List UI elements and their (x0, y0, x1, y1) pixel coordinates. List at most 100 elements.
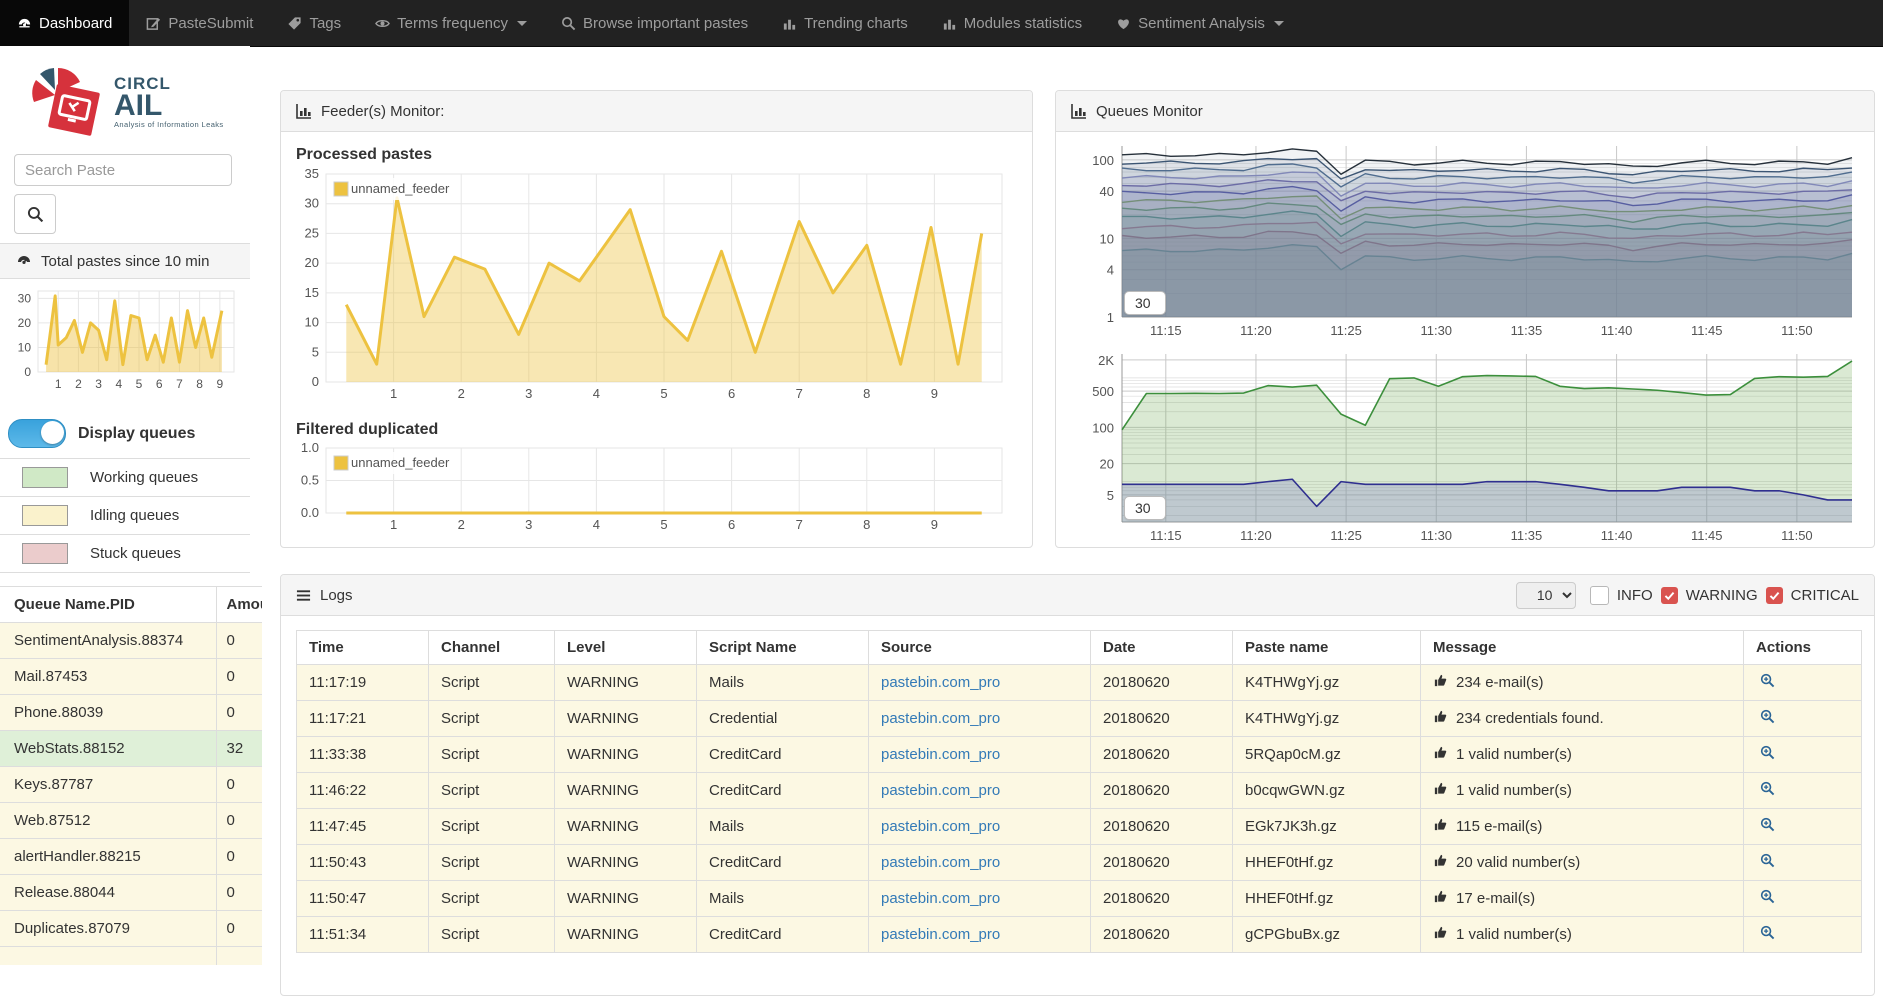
queues_top-svg: 14104010011:1511:2011:2511:3011:3511:401… (1068, 140, 1860, 345)
queues_bottom-svg: 5201005002K11:1511:2011:2511:3011:3511:4… (1068, 350, 1860, 550)
svg-text:6: 6 (728, 386, 735, 401)
logs-panel-title: Logs (320, 587, 353, 604)
critical-checkbox[interactable] (1766, 587, 1783, 604)
list-icon (296, 588, 311, 603)
svg-text:30: 30 (305, 196, 319, 211)
queue-row: Release.880440 (0, 875, 262, 911)
queue-amount: 0 (216, 911, 262, 947)
log-date: 20180620 (1091, 809, 1233, 845)
view-paste-button[interactable] (1760, 747, 1775, 764)
legend-row-stuck-queues: Stuck queues (0, 534, 250, 573)
source-link[interactable]: pastebin.com_pro (881, 710, 1000, 727)
log-channel: Script (429, 845, 555, 881)
zoom-in-icon (1760, 817, 1775, 832)
log-row: 11:17:21ScriptWARNINGCredentialpastebin.… (297, 701, 1862, 737)
queue-name: Phone.88039 (0, 695, 216, 731)
logs-header-message: Message (1421, 631, 1744, 665)
search-input[interactable] (14, 154, 232, 186)
view-paste-button[interactable] (1760, 927, 1775, 944)
search-button[interactable] (14, 194, 56, 234)
nav-item-sentiment-analysis[interactable]: Sentiment Analysis (1099, 0, 1301, 46)
thumbs-up-icon (1433, 817, 1448, 832)
logs-header-script-name: Script Name (697, 631, 869, 665)
warning-checkbox[interactable] (1661, 587, 1678, 604)
svg-text:2: 2 (458, 517, 465, 532)
log-page-size-select[interactable]: 10 (1516, 582, 1576, 609)
queue-table: Queue Name.PID Amount SentimentAnalysis.… (0, 586, 262, 965)
queue-name: Mail.87453 (0, 659, 216, 695)
log-actions (1744, 845, 1862, 881)
svg-text:15: 15 (305, 285, 319, 300)
queue-row: Mail.874530 (0, 659, 262, 695)
nav-item-terms-frequency[interactable]: Terms frequency (358, 0, 544, 46)
svg-text:3: 3 (525, 386, 532, 401)
log-date: 20180620 (1091, 701, 1233, 737)
ail-logo-icon (28, 62, 106, 142)
nav-item-label: Tags (309, 15, 341, 32)
source-link[interactable]: pastebin.com_pro (881, 890, 1000, 907)
nav-item-trending-charts[interactable]: Trending charts (765, 0, 925, 46)
svg-text:1.0: 1.0 (301, 443, 319, 455)
svg-text:9: 9 (217, 377, 224, 391)
log-actions (1744, 809, 1862, 845)
view-paste-button[interactable] (1760, 783, 1775, 800)
queue-row: Duplicates.870790 (0, 911, 262, 947)
legend-row-working-queues: Working queues (0, 458, 250, 496)
source-link[interactable]: pastebin.com_pro (881, 746, 1000, 763)
interval-input[interactable]: 30 (1124, 291, 1166, 315)
svg-text:5: 5 (660, 517, 667, 532)
bar-chart-icon (782, 16, 797, 31)
svg-text:35: 35 (305, 168, 319, 181)
nav-item-tags[interactable]: Tags (270, 0, 358, 46)
log-actions (1744, 737, 1862, 773)
log-row: 11:51:34ScriptWARNINGCreditCardpastebin.… (297, 917, 1862, 953)
svg-text:2: 2 (75, 377, 82, 391)
svg-text:5: 5 (312, 344, 319, 359)
source-link[interactable]: pastebin.com_pro (881, 926, 1000, 943)
log-paste: K4THWgYj.gz (1233, 665, 1421, 701)
queue-legend: Working queuesIdling queuesStuck queues (0, 458, 250, 573)
log-row: 11:46:22ScriptWARNINGCreditCardpastebin.… (297, 773, 1862, 809)
view-paste-button[interactable] (1760, 855, 1775, 872)
svg-text:7: 7 (796, 517, 803, 532)
source-link[interactable]: pastebin.com_pro (881, 782, 1000, 799)
info-checkbox[interactable] (1590, 586, 1609, 605)
svg-text:6: 6 (156, 377, 163, 391)
log-source: pastebin.com_pro (869, 881, 1091, 917)
nav-item-label: Terms frequency (397, 15, 508, 32)
nav-item-modules-statistics[interactable]: Modules statistics (925, 0, 1099, 46)
display-queues-toggle[interactable] (8, 419, 66, 448)
nav-item-dashboard[interactable]: Dashboard (0, 0, 129, 46)
source-link[interactable]: pastebin.com_pro (881, 854, 1000, 871)
queue-table-header-name: Queue Name.PID (0, 587, 216, 623)
svg-text:11:45: 11:45 (1691, 528, 1723, 543)
check-icon (1768, 589, 1781, 602)
processed-pastes-title: Processed pastes (296, 146, 1017, 164)
view-paste-button[interactable] (1760, 891, 1775, 908)
svg-text:11:25: 11:25 (1330, 528, 1362, 543)
svg-text:8: 8 (863, 386, 870, 401)
nav-item-browse-important-pastes[interactable]: Browse important pastes (544, 0, 765, 46)
svg-text:0: 0 (312, 374, 319, 389)
thumbs-up-icon (1433, 709, 1448, 724)
queue-amount: 0 (216, 803, 262, 839)
nav-item-pastesubmit[interactable]: PasteSubmit (129, 0, 270, 46)
svg-text:8: 8 (196, 377, 203, 391)
view-paste-button[interactable] (1760, 711, 1775, 728)
zoom-in-icon (1760, 673, 1775, 688)
interval-input[interactable]: 30 (1124, 496, 1166, 520)
dashboard-icon (17, 16, 32, 31)
log-channel: Script (429, 701, 555, 737)
view-paste-button[interactable] (1760, 819, 1775, 836)
svg-text:9: 9 (931, 517, 938, 532)
log-channel: Script (429, 737, 555, 773)
log-paste: HHEF0tHf.gz (1233, 845, 1421, 881)
queue-amount: 0 (216, 839, 262, 875)
source-link[interactable]: pastebin.com_pro (881, 674, 1000, 691)
zoom-in-icon (1760, 781, 1775, 796)
queue-name: Release.88044 (0, 875, 216, 911)
source-link[interactable]: pastebin.com_pro (881, 818, 1000, 835)
queue-amount (216, 947, 262, 966)
view-paste-button[interactable] (1760, 675, 1775, 692)
chart-legend: unnamed_feeder (330, 452, 450, 474)
